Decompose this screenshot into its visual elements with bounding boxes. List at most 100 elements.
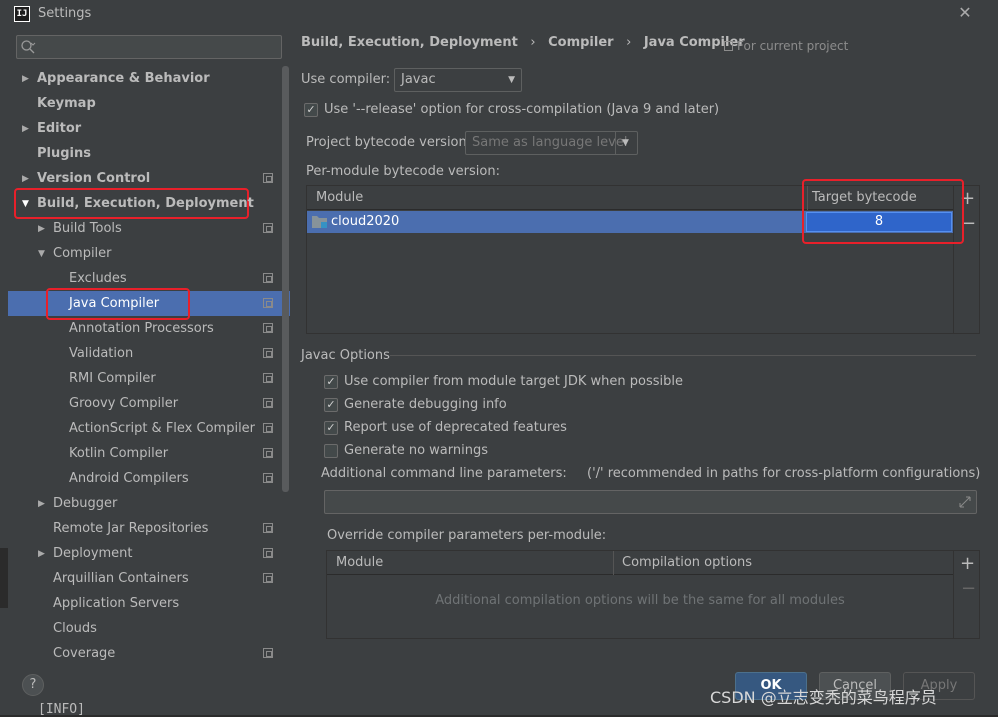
sidebar-item-kotlin-compiler[interactable]: Kotlin Compiler	[69, 441, 168, 466]
project-scope-icon	[263, 473, 273, 483]
javac-option-checkbox[interactable]	[324, 444, 338, 458]
javac-option-label: Generate debugging info	[344, 397, 507, 412]
bytecode-version-select[interactable]: Same as language level ▼	[465, 131, 638, 155]
breadcrumb-item-build[interactable]: Build, Execution, Deployment	[301, 35, 518, 50]
sidebar-item-groovy-compiler[interactable]: Groovy Compiler	[69, 391, 178, 416]
window-title: Settings	[38, 6, 92, 21]
sidebar-item-build-execution-deployment[interactable]: Build, Execution, Deployment	[37, 191, 254, 216]
sidebar-item-remote-jar-repositories[interactable]: Remote Jar Repositories	[53, 516, 208, 541]
sidebar-item-excludes[interactable]: Excludes	[69, 266, 127, 291]
add-override-button[interactable]: +	[960, 555, 975, 573]
sidebar-item-java-compiler[interactable]: Java Compiler	[69, 291, 159, 316]
sidebar-item-deployment[interactable]: Deployment	[53, 541, 133, 566]
javac-option-checkbox[interactable]: ✓	[324, 375, 338, 389]
sidebar-item-build-tools[interactable]: Build Tools	[53, 216, 122, 241]
release-option-label: Use '--release' option for cross-compila…	[324, 102, 720, 117]
breadcrumb-separator: ›	[626, 35, 632, 50]
project-scope-icon	[724, 41, 733, 51]
scope-label: For current project	[737, 39, 849, 53]
chevron-down-icon[interactable]: ▼	[38, 249, 45, 259]
project-scope-icon	[263, 648, 273, 658]
sidebar-item-rmi-compiler[interactable]: RMI Compiler	[69, 366, 156, 391]
sidebar-item-version-control[interactable]: Version Control	[37, 166, 150, 191]
sidebar-item-keymap[interactable]: Keymap	[37, 91, 96, 116]
chevron-down-icon: ▼	[508, 75, 515, 85]
use-compiler-select[interactable]: Javac ▼	[394, 68, 522, 92]
highlight-box-target-version	[802, 179, 964, 244]
sidebar-item-application-servers[interactable]: Application Servers	[53, 591, 179, 616]
empty-table-text: Additional compilation options will be t…	[435, 593, 845, 608]
sidebar-item-plugins[interactable]: Plugins	[37, 141, 91, 166]
project-scope-icon	[263, 398, 273, 408]
chevron-right-icon[interactable]: ▶	[38, 224, 45, 234]
javac-option-checkbox[interactable]: ✓	[324, 421, 338, 435]
watermark-text: CSDN @立志变秃的菜鸟程序员	[710, 688, 937, 707]
sidebar-item-compiler[interactable]: Compiler	[53, 241, 112, 266]
background-editor-strip	[0, 548, 8, 608]
settings-search-input[interactable]	[16, 35, 282, 59]
search-icon	[21, 40, 36, 54]
sidebar-item-arquillian-containers[interactable]: Arquillian Containers	[53, 566, 189, 591]
sidebar-item-validation[interactable]: Validation	[69, 341, 133, 366]
use-compiler-label: Use compiler:	[301, 72, 391, 87]
column-header-module[interactable]: Module	[336, 551, 383, 575]
column-header-compilation-options[interactable]: Compilation options	[613, 551, 752, 575]
title-bar: IJ Settings ✕	[0, 0, 998, 28]
additional-params-hint: ('/' recommended in paths for cross-plat…	[587, 466, 981, 481]
javac-option-label: Use compiler from module target JDK when…	[344, 374, 683, 389]
bytecode-version-value: Same as language level	[472, 135, 628, 150]
project-scope-icon	[263, 223, 273, 233]
sidebar-item-clouds[interactable]: Clouds	[53, 616, 97, 641]
per-module-label: Per-module bytecode version:	[306, 164, 500, 179]
chevron-right-icon[interactable]: ▶	[22, 174, 29, 184]
project-scope-icon	[263, 573, 273, 583]
project-scope-icon	[263, 548, 273, 558]
project-scope-icon	[263, 298, 273, 308]
help-button[interactable]: ?	[22, 674, 44, 696]
chevron-right-icon[interactable]: ▶	[38, 549, 45, 559]
javac-option-label: Report use of deprecated features	[344, 420, 567, 435]
intellij-logo-icon: IJ	[14, 6, 30, 22]
chevron-down-icon[interactable]: ▼	[22, 199, 29, 209]
project-scope-icon	[263, 348, 273, 358]
project-scope-icon	[263, 273, 273, 283]
project-scope-icon	[263, 523, 273, 533]
sidebar-item-coverage[interactable]: Coverage	[53, 641, 115, 666]
javac-option-label: Generate no warnings	[344, 443, 489, 458]
sidebar-item-appearance-behavior[interactable]: Appearance & Behavior	[37, 66, 210, 91]
module-name-cell: cloud2020	[331, 214, 400, 229]
remove-override-button: −	[961, 578, 977, 599]
sidebar-item-debugger[interactable]: Debugger	[53, 491, 117, 516]
project-scope-icon	[263, 448, 273, 458]
table-header: Module Compilation options	[327, 551, 953, 575]
close-icon[interactable]: ✕	[956, 4, 974, 22]
scope-hint: For current project	[724, 39, 848, 53]
chevron-right-icon[interactable]: ▶	[22, 124, 29, 134]
additional-params-input[interactable]	[324, 490, 977, 514]
chevron-right-icon[interactable]: ▶	[38, 499, 45, 509]
project-scope-icon	[263, 323, 273, 333]
expand-icon[interactable]	[959, 496, 971, 508]
use-compiler-value: Javac	[401, 72, 436, 87]
release-option-checkbox[interactable]: ✓	[304, 103, 318, 117]
additional-params-label: Additional command line parameters:	[321, 466, 567, 481]
chevron-right-icon[interactable]: ▶	[22, 74, 29, 84]
breadcrumb-separator: ›	[530, 35, 536, 50]
bytecode-version-label: Project bytecode version:	[306, 135, 472, 150]
sidebar-item-actionscript-flex-compiler[interactable]: ActionScript & Flex Compiler	[69, 416, 255, 441]
javac-options-heading: Javac Options	[301, 348, 390, 363]
sidebar-scrollbar[interactable]	[282, 66, 289, 492]
sidebar-item-editor[interactable]: Editor	[37, 116, 81, 141]
project-scope-icon	[263, 423, 273, 433]
chevron-down-icon: ▼	[615, 132, 637, 154]
sidebar-item-annotation-processors[interactable]: Annotation Processors	[69, 316, 214, 341]
sidebar-item-android-compilers[interactable]: Android Compilers	[69, 466, 189, 491]
column-header-module[interactable]: Module	[316, 186, 363, 210]
section-divider	[390, 355, 976, 356]
javac-option-checkbox[interactable]: ✓	[324, 398, 338, 412]
override-params-table: Module Compilation options Additional co…	[326, 550, 954, 639]
breadcrumb-item-compiler[interactable]: Compiler	[548, 35, 613, 50]
override-params-label: Override compiler parameters per-module:	[327, 528, 607, 543]
project-scope-icon	[263, 173, 273, 183]
project-scope-icon	[263, 373, 273, 383]
